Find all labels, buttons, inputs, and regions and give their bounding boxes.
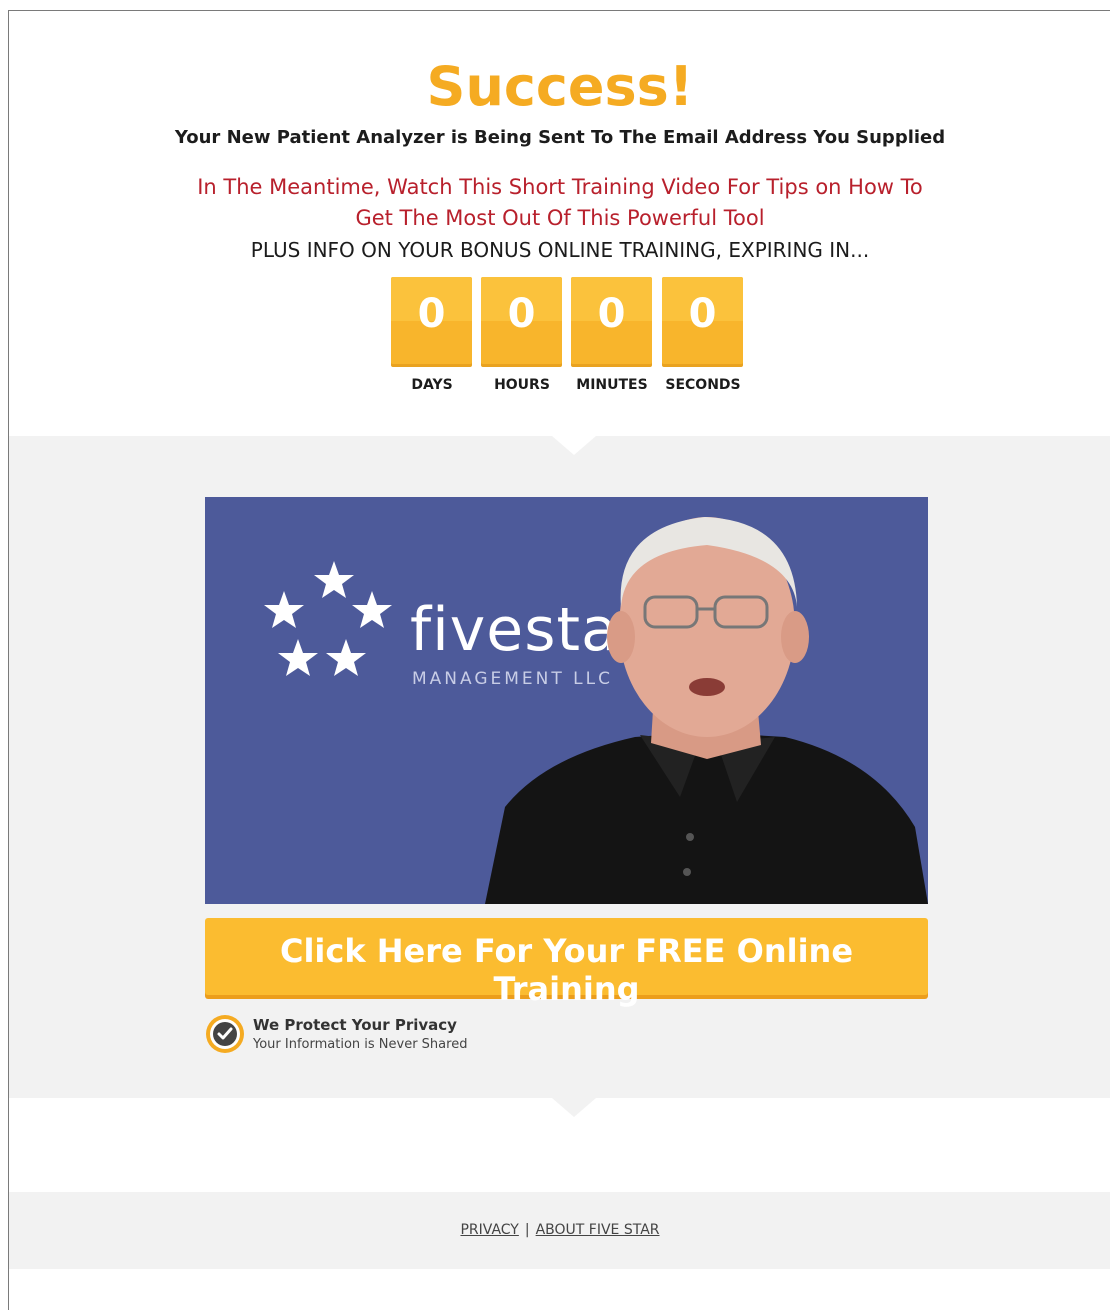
footer-link-about[interactable]: ABOUT FIVE STAR: [536, 1222, 660, 1238]
countdown-days-label: DAYS: [411, 377, 453, 393]
section-divider-arrow: [552, 436, 596, 455]
countdown-seconds-box: 0: [662, 277, 743, 364]
training-tagline: In The Meantime, Watch This Short Traini…: [197, 175, 923, 230]
stars-icon: [264, 561, 392, 676]
countdown-days-box: 0: [391, 277, 472, 364]
page-frame: Success! Your New Patient Analyzer is Be…: [8, 10, 1110, 1310]
countdown-hours-value: 0: [507, 291, 536, 337]
countdown-hours-box: 0: [481, 277, 562, 364]
free-training-button[interactable]: Click Here For Your FREE Online Training: [205, 918, 928, 1008]
free-training-button-label: Click Here For Your FREE Online Training: [279, 932, 854, 1008]
privacy-notice: We Protect Your Privacy Your Information…: [205, 1014, 565, 1054]
countdown-seconds-label: SECONDS: [665, 377, 741, 393]
section-divider-arrow: [552, 1098, 596, 1117]
privacy-title: We Protect Your Privacy: [253, 1016, 457, 1034]
header-section: Success! Your New Patient Analyzer is Be…: [9, 11, 1110, 436]
page-title: Success!: [426, 55, 694, 118]
footer-separator: |: [524, 1222, 530, 1238]
countdown-timer: 0 0 0 0 DAYS HOURS MINUTES SECONDS: [391, 277, 751, 397]
countdown-minutes-box: 0: [571, 277, 652, 364]
countdown-minutes-value: 0: [597, 291, 626, 337]
page-subtitle: Your New Patient Analyzer is Being Sent …: [174, 127, 946, 148]
privacy-check-icon: [206, 1015, 244, 1053]
footer-links: PRIVACY | ABOUT FIVE STAR: [9, 1222, 1110, 1238]
privacy-subtitle: Your Information is Never Shared: [253, 1037, 468, 1052]
countdown-seconds-value: 0: [688, 291, 717, 337]
presenter-image: [485, 517, 928, 904]
footer-link-privacy[interactable]: PRIVACY: [460, 1222, 518, 1238]
countdown-minutes-label: MINUTES: [576, 377, 648, 393]
countdown-hours-label: HOURS: [494, 377, 550, 393]
bonus-expiring-text: PLUS INFO ON YOUR BONUS ONLINE TRAINING,…: [250, 238, 870, 262]
countdown-days-value: 0: [417, 291, 446, 337]
footer: PRIVACY | ABOUT FIVE STAR: [9, 1192, 1110, 1269]
training-video[interactable]: fivestar MANAGEMENT LLC: [205, 497, 928, 904]
